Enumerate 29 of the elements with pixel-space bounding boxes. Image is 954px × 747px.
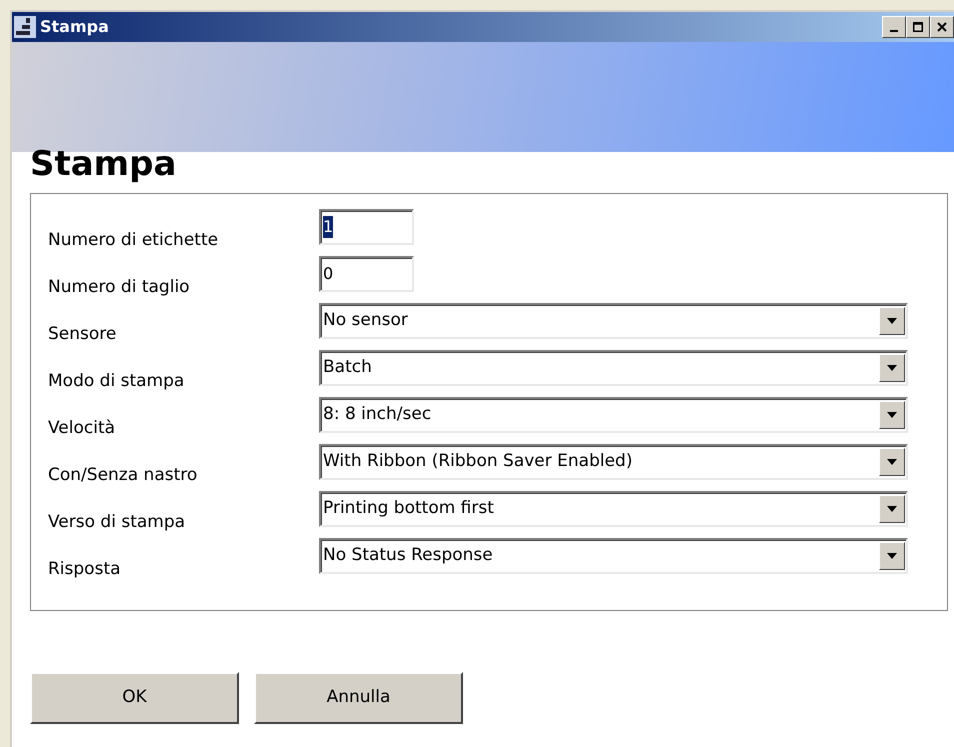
field-label: Verso di stampa <box>48 511 186 533</box>
maximize-icon <box>913 22 923 32</box>
dropdown[interactable]: Batch <box>319 350 908 386</box>
dropdown[interactable]: No sensor <box>319 303 908 339</box>
field-label: Sensore <box>48 323 118 345</box>
field-label: Numero di etichette <box>48 229 220 251</box>
page-heading: Stampa <box>29 144 178 184</box>
window-title: Stampa <box>40 16 109 38</box>
field-label: Con/Senza nastro <box>48 464 198 486</box>
maximize-button[interactable] <box>906 16 930 38</box>
dialog-button[interactable]: OK <box>30 672 239 724</box>
dropdown[interactable]: No Status Response <box>319 538 908 574</box>
close-button[interactable] <box>930 16 954 38</box>
close-icon <box>937 22 947 32</box>
minimize-button[interactable] <box>882 16 906 38</box>
field-label: Risposta <box>48 558 122 580</box>
dropdown[interactable]: With Ribbon (Ribbon Saver Enabled) <box>319 444 908 480</box>
minimize-icon <box>890 30 898 32</box>
input-field[interactable]: 1 <box>319 209 414 245</box>
dropdown[interactable]: Printing bottom first <box>319 491 908 527</box>
dialog-button[interactable]: Annulla <box>254 672 463 724</box>
input-field[interactable]: 0 <box>319 256 414 292</box>
dropdown[interactable]: 8: 8 inch/sec <box>319 397 908 433</box>
app-icon <box>14 16 36 38</box>
field-value: 1 <box>323 216 334 238</box>
field-label: Modo di stampa <box>48 370 186 392</box>
field-value: 0 <box>323 263 334 285</box>
field-label: Velocità <box>48 417 116 439</box>
field-label: Numero di taglio <box>48 276 191 298</box>
